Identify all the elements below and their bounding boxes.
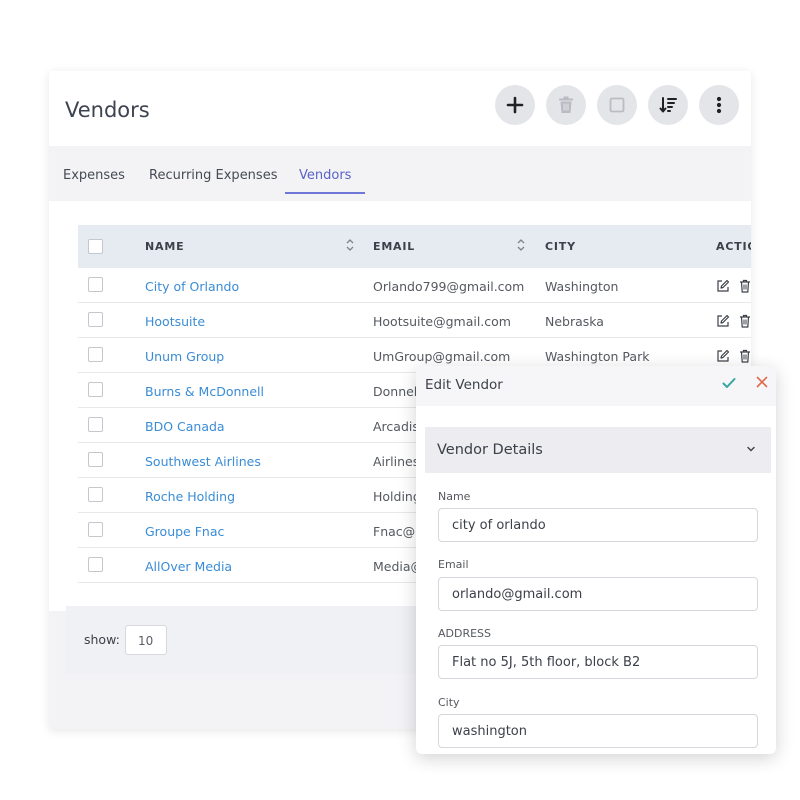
tab-expenses[interactable]: Expenses <box>63 168 125 192</box>
card-header: Vendors <box>49 71 751 146</box>
vendor-email: Orlando799@gmail.com <box>373 279 525 294</box>
panel-title: Edit Vendor <box>425 377 503 393</box>
column-header-actions: ACTIO <box>716 240 751 253</box>
add-button[interactable] <box>495 85 535 125</box>
column-header-name[interactable]: NAME <box>145 240 184 253</box>
more-button[interactable] <box>699 85 739 125</box>
close-icon[interactable] <box>755 375 769 389</box>
email-field-label: Email <box>438 558 469 571</box>
address-field-label: ADDRESS <box>438 627 492 640</box>
page-size-label: show: <box>84 632 120 647</box>
trash-icon[interactable] <box>739 349 751 363</box>
section-title: Vendor Details <box>437 442 543 458</box>
edit-vendor-panel: Edit Vendor Vendor Details Name city of … <box>416 366 776 754</box>
vendor-name-link[interactable]: Hootsuite <box>145 314 205 329</box>
vendor-name-link[interactable]: BDO Canada <box>145 419 225 434</box>
vendor-email: UmGroup@gmail.com <box>373 349 511 364</box>
plus-icon <box>506 96 524 114</box>
name-field[interactable]: city of orlando <box>438 508 758 542</box>
check-icon[interactable] <box>722 376 736 390</box>
vendor-email: Hootsuite@gmail.com <box>373 314 511 329</box>
vendor-name-link[interactable]: AllOver Media <box>145 559 232 574</box>
panel-header: Edit Vendor <box>416 366 776 406</box>
vendor-name-link[interactable]: Groupe Fnac <box>145 524 224 539</box>
sort-icon <box>659 97 677 113</box>
row-checkbox[interactable] <box>88 452 103 467</box>
chevron-down-icon[interactable] <box>746 445 756 453</box>
edit-icon[interactable] <box>716 314 730 328</box>
vendor-name-link[interactable]: Southwest Airlines <box>145 454 261 469</box>
tab-bar: Expenses Recurring Expenses Vendors <box>49 146 751 201</box>
vendor-email: Donnel <box>373 384 418 399</box>
table-row[interactable]: City of Orlando Orlando799@gmail.com Was… <box>78 268 751 303</box>
column-header-city[interactable]: CITY <box>545 240 576 253</box>
trash-icon[interactable] <box>739 314 751 328</box>
city-field[interactable]: washington <box>438 714 758 748</box>
vendor-email: Arcadis <box>373 419 419 434</box>
vendor-email: Airlines <box>373 454 420 469</box>
vendor-city: Nebraska <box>545 314 604 329</box>
row-checkbox[interactable] <box>88 522 103 537</box>
select-all-checkbox[interactable] <box>88 239 103 254</box>
vendor-details-section[interactable]: Vendor Details <box>425 427 771 473</box>
vendor-name-link[interactable]: City of Orlando <box>145 279 239 294</box>
tab-recurring-expenses[interactable]: Recurring Expenses <box>149 168 277 192</box>
trash-icon <box>559 96 573 113</box>
edit-icon[interactable] <box>716 279 730 293</box>
row-checkbox[interactable] <box>88 382 103 397</box>
trash-icon[interactable] <box>739 279 751 293</box>
row-checkbox[interactable] <box>88 277 103 292</box>
edit-icon[interactable] <box>716 349 730 363</box>
row-checkbox[interactable] <box>88 487 103 502</box>
vendor-name-link[interactable]: Unum Group <box>145 349 224 364</box>
city-field-label: City <box>438 696 460 709</box>
row-checkbox[interactable] <box>88 312 103 327</box>
page-size-select[interactable]: 10 <box>125 625 167 655</box>
page-title: Vendors <box>65 98 150 122</box>
table-row[interactable]: Hootsuite Hootsuite@gmail.com Nebraska <box>78 303 751 338</box>
table-header: NAME EMAIL CITY ACTIO <box>78 225 751 268</box>
more-vertical-icon <box>716 96 722 114</box>
column-header-email[interactable]: EMAIL <box>373 240 415 253</box>
vendor-city: Washington Park <box>545 349 650 364</box>
row-checkbox[interactable] <box>88 557 103 572</box>
tab-vendors[interactable]: Vendors <box>285 168 366 194</box>
square-icon <box>609 97 625 113</box>
delete-button[interactable] <box>546 85 586 125</box>
vendor-city: Washington <box>545 279 619 294</box>
sort-arrows-icon[interactable] <box>346 238 354 252</box>
vendor-email: Holding <box>373 489 421 504</box>
toolbar <box>495 85 739 125</box>
vendor-name-link[interactable]: Burns & McDonnell <box>145 384 264 399</box>
sort-arrows-icon[interactable] <box>517 238 525 252</box>
row-checkbox[interactable] <box>88 417 103 432</box>
vendor-name-link[interactable]: Roche Holding <box>145 489 235 504</box>
vendor-email: Fnac@ <box>373 524 416 539</box>
address-field[interactable]: Flat no 5J, 5th floor, block B2 <box>438 645 758 679</box>
sort-button[interactable] <box>648 85 688 125</box>
name-field-label: Name <box>438 490 471 503</box>
row-checkbox[interactable] <box>88 347 103 362</box>
select-all-button[interactable] <box>597 85 637 125</box>
email-field[interactable]: orlando@gmail.com <box>438 577 758 611</box>
